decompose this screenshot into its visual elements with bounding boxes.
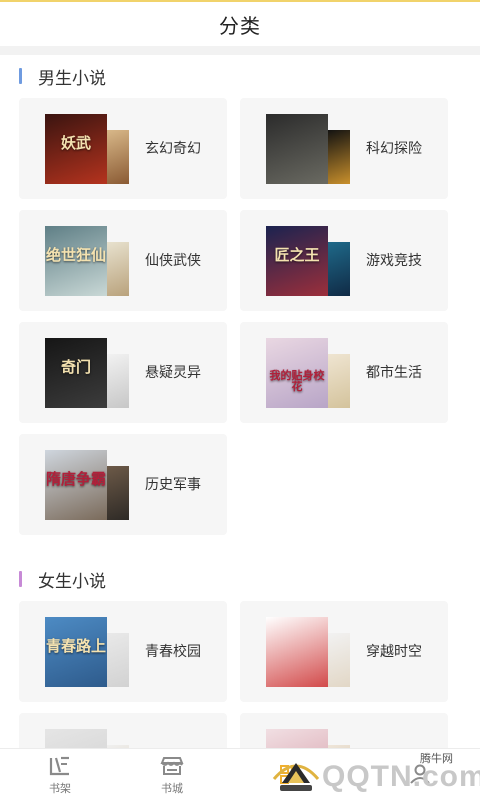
profile-icon — [410, 764, 430, 784]
book-cover-title: 青春路上 — [45, 637, 106, 655]
book-cover-title: 匠之王 — [274, 246, 320, 264]
book-cover-secondary — [105, 130, 129, 184]
category-label: 科幻探险 — [366, 141, 422, 157]
book-cover: 奇门 — [45, 338, 107, 408]
section-title: 男生小说 — [38, 68, 106, 89]
category-card[interactable]: 隋唐争霸 历史军事 — [19, 434, 227, 535]
category-card[interactable]: 我的贴身校花 都市生活 — [240, 322, 448, 423]
book-cover: 绝世狂仙 — [45, 226, 107, 296]
header-divider — [0, 46, 480, 55]
category-icon — [280, 764, 300, 784]
tab-category[interactable] — [230, 749, 350, 800]
book-cover-secondary — [105, 354, 129, 408]
book-cover-title: 妖武 — [60, 134, 91, 152]
book-cover-secondary — [326, 130, 350, 184]
book-cover — [266, 114, 328, 184]
tab-bookstore[interactable]: 书城 — [112, 749, 232, 800]
book-cover-secondary — [105, 466, 129, 520]
category-card[interactable]: 妖武 玄幻奇幻 — [19, 98, 227, 199]
book-cover: 匠之王 — [266, 226, 328, 296]
section-title: 女生小说 — [38, 571, 106, 592]
book-cover-secondary — [105, 633, 129, 687]
category-card[interactable]: 科幻探险 — [240, 98, 448, 199]
section-accent-bar — [19, 571, 22, 587]
category-label: 玄幻奇幻 — [145, 141, 201, 157]
category-label: 穿越时空 — [366, 644, 422, 660]
category-card[interactable]: 青春路上 青春校园 — [19, 601, 227, 702]
tab-bookshelf-label: 书架 — [49, 781, 71, 795]
bottom-tab-bar: 书架 书城 — [0, 748, 480, 800]
tab-profile[interactable] — [360, 749, 480, 800]
category-card[interactable]: 奇门 悬疑灵异 — [19, 322, 227, 423]
category-card[interactable]: 古代言情 — [19, 713, 227, 748]
book-cover-title: 我的贴身校花 — [269, 369, 325, 393]
book-cover: 我的贴身校花 — [266, 338, 328, 408]
category-card[interactable]: 绝世狂仙 仙侠武侠 — [19, 210, 227, 311]
page-title: 分类 — [219, 13, 261, 38]
category-label: 青春校园 — [145, 644, 201, 660]
book-cover-secondary — [326, 354, 350, 408]
book-cover — [266, 729, 328, 748]
tab-bookstore-label: 书城 — [161, 781, 183, 795]
tab-bookshelf[interactable]: 书架 — [0, 749, 120, 800]
category-card[interactable]: 匠之王 游戏竞技 — [240, 210, 448, 311]
app-header: 分类 — [0, 2, 480, 46]
category-label: 都市生活 — [366, 365, 422, 381]
book-cover-secondary — [326, 633, 350, 687]
book-cover: 妖武 — [45, 114, 107, 184]
category-scroll-area[interactable]: 男生小说妖武 玄幻奇幻 科幻探险绝世狂仙 仙侠武侠 匠之王 游戏竞技奇门 悬疑灵异 我的贴身校… — [0, 55, 480, 748]
book-cover — [266, 617, 328, 687]
bookshelf-icon — [49, 756, 69, 775]
book-cover-secondary — [105, 242, 129, 296]
book-cover-secondary — [326, 242, 350, 296]
book-cover-title: 奇门 — [60, 358, 91, 376]
book-cover-title: 绝世狂仙 — [45, 246, 106, 264]
book-cover: 隋唐争霸 — [45, 450, 107, 520]
category-card[interactable]: 现代言情 — [240, 713, 448, 748]
book-cover: 青春路上 — [45, 617, 107, 687]
section-header: 女生小说 — [0, 561, 480, 597]
category-label: 游戏竞技 — [366, 253, 422, 269]
category-card[interactable]: 穿越时空 — [240, 601, 448, 702]
book-cover — [45, 729, 107, 748]
section-accent-bar — [19, 68, 22, 84]
book-cover-title: 隋唐争霸 — [45, 470, 106, 488]
store-icon — [160, 756, 184, 775]
section-header: 男生小说 — [0, 58, 480, 94]
category-label: 悬疑灵异 — [145, 365, 201, 381]
category-label: 历史军事 — [145, 477, 201, 493]
category-label: 仙侠武侠 — [145, 253, 201, 269]
